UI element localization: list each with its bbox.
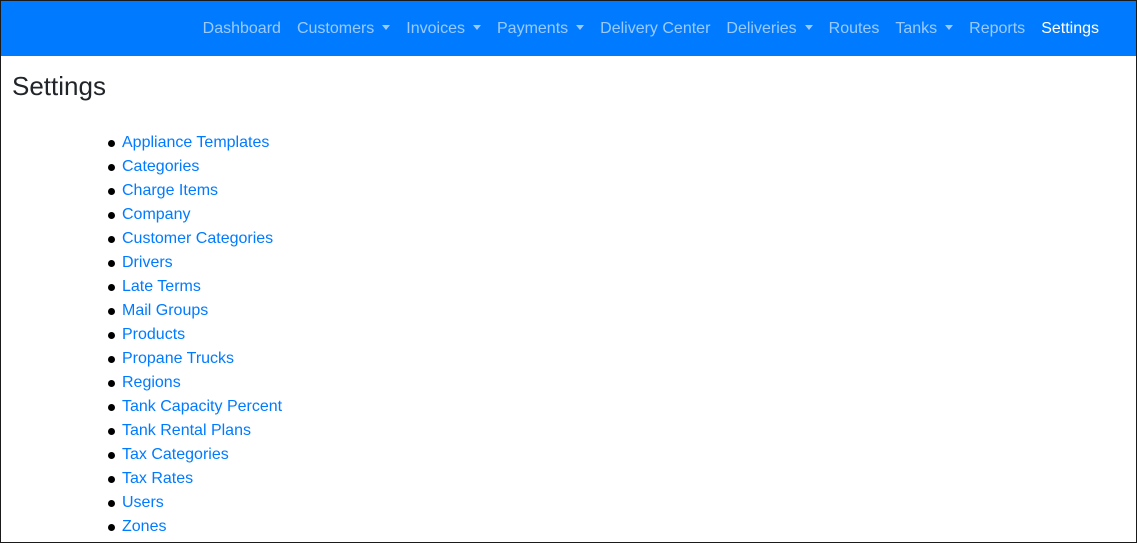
tank-capacity-percent-link[interactable]: Tank Capacity Percent	[122, 398, 282, 416]
caret-down-icon	[576, 25, 585, 30]
top-navbar: Dashboard Customers Invoices Payments De…	[1, 1, 1136, 56]
regions-link[interactable]: Regions	[122, 374, 181, 392]
nav-delivery-center[interactable]: Delivery Center	[592, 20, 718, 38]
nav-customers-dropdown[interactable]: Customers	[289, 20, 398, 38]
bullet-icon	[108, 355, 115, 363]
list-item: Categories	[104, 155, 282, 179]
tank-rental-plans-link[interactable]: Tank Rental Plans	[122, 422, 251, 440]
bullet-icon	[108, 283, 115, 291]
bullet-icon	[108, 427, 115, 435]
late-terms-link[interactable]: Late Terms	[122, 278, 201, 296]
nav-payments-label: Payments	[497, 19, 569, 37]
bullet-icon	[108, 403, 115, 411]
list-item: Company	[104, 203, 282, 227]
bullet-icon	[108, 307, 115, 315]
bullet-icon	[108, 379, 115, 387]
bullet-icon	[108, 331, 115, 339]
bullet-icon	[108, 523, 115, 531]
bullet-icon	[108, 451, 115, 459]
nav-reports-label: Reports	[969, 19, 1026, 37]
caret-down-icon	[473, 25, 481, 30]
bullet-icon	[108, 211, 115, 219]
bullet-icon	[108, 235, 115, 243]
tax-categories-link[interactable]: Tax Categories	[122, 446, 229, 464]
list-item: Propane Trucks	[104, 347, 282, 371]
nav-tanks-label: Tanks	[895, 19, 938, 37]
list-item: Tax Rates	[104, 467, 282, 491]
mail-groups-link[interactable]: Mail Groups	[122, 302, 208, 320]
company-link[interactable]: Company	[122, 206, 190, 224]
products-link[interactable]: Products	[122, 326, 185, 344]
nav-dashboard[interactable]: Dashboard	[195, 20, 289, 38]
nav-delivery-center-label: Delivery Center	[600, 19, 711, 37]
bullet-icon	[108, 499, 115, 507]
list-item: Charge Items	[104, 179, 282, 203]
nav-settings-label: Settings	[1041, 19, 1099, 37]
list-item: Users	[104, 491, 282, 515]
nav-menu: Dashboard Customers Invoices Payments De…	[195, 1, 1107, 56]
nav-deliveries-label: Deliveries	[726, 19, 797, 37]
list-item: Customer Categories	[104, 227, 282, 251]
nav-invoices-label: Invoices	[406, 19, 465, 37]
nav-routes[interactable]: Routes	[821, 20, 888, 38]
drivers-link[interactable]: Drivers	[122, 254, 173, 272]
bullet-icon	[108, 259, 115, 267]
nav-routes-label: Routes	[828, 19, 880, 37]
caret-down-icon	[382, 25, 391, 30]
list-item: Zones	[104, 515, 282, 539]
appliance-templates-link[interactable]: Appliance Templates	[122, 134, 269, 152]
users-link[interactable]: Users	[122, 494, 164, 512]
list-item: Tank Capacity Percent	[104, 395, 282, 419]
tax-rates-link[interactable]: Tax Rates	[122, 470, 193, 488]
settings-list: Appliance Templates Categories Charge It…	[104, 131, 282, 539]
customer-categories-link[interactable]: Customer Categories	[122, 230, 273, 248]
caret-down-icon	[945, 25, 954, 30]
bullet-icon	[108, 475, 115, 483]
nav-dashboard-label: Dashboard	[202, 19, 281, 37]
charge-items-link[interactable]: Charge Items	[122, 182, 218, 200]
propane-trucks-link[interactable]: Propane Trucks	[122, 350, 234, 368]
nav-deliveries-dropdown[interactable]: Deliveries	[718, 20, 820, 38]
list-item: Tank Rental Plans	[104, 419, 282, 443]
bullet-icon	[108, 187, 115, 195]
list-item: Mail Groups	[104, 299, 282, 323]
list-item: Appliance Templates	[104, 131, 282, 155]
categories-link[interactable]: Categories	[122, 158, 199, 176]
nav-tanks-dropdown[interactable]: Tanks	[887, 20, 961, 38]
zones-link[interactable]: Zones	[122, 518, 166, 536]
nav-invoices-dropdown[interactable]: Invoices	[398, 20, 489, 38]
list-item: Tax Categories	[104, 443, 282, 467]
app-window: Dashboard Customers Invoices Payments De…	[0, 0, 1137, 543]
list-item: Drivers	[104, 251, 282, 275]
bullet-icon	[108, 139, 115, 147]
nav-settings[interactable]: Settings	[1033, 20, 1107, 38]
list-item: Late Terms	[104, 275, 282, 299]
page-title: Settings	[12, 71, 106, 101]
bullet-icon	[108, 163, 115, 171]
nav-payments-dropdown[interactable]: Payments	[489, 20, 592, 38]
list-item: Products	[104, 323, 282, 347]
nav-reports[interactable]: Reports	[961, 20, 1033, 38]
caret-down-icon	[804, 25, 813, 30]
list-item: Regions	[104, 371, 282, 395]
nav-customers-label: Customers	[296, 19, 375, 37]
